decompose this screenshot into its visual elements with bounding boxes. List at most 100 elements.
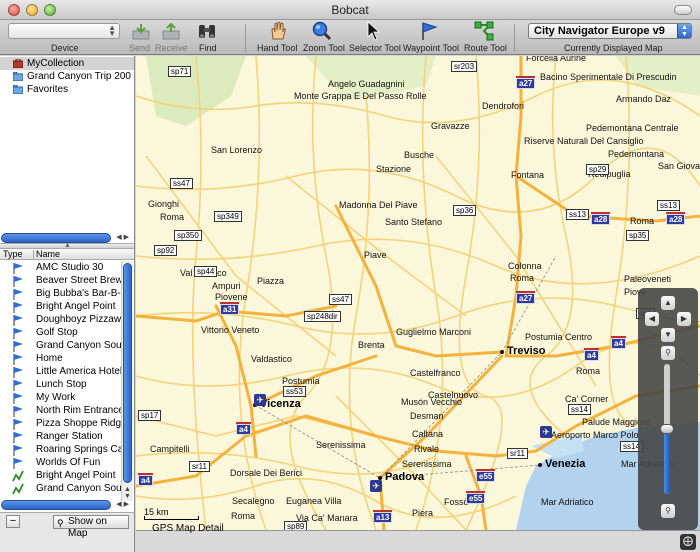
map-place-label: Paleoveneti <box>624 274 672 284</box>
updown-arrows-icon: ▲ ▼ <box>108 23 116 38</box>
waypoint-name: Lunch Stop <box>36 379 87 390</box>
zoom-out-button[interactable]: ⚲ <box>661 504 675 518</box>
device-select[interactable]: ▲ ▼ <box>8 23 120 39</box>
sidebar-bottom-bar: − ⚲ Show on Map <box>0 512 134 552</box>
table-row[interactable]: Worlds Of Fun <box>0 456 121 469</box>
map-place-label: Monte Grappa E Del Passo Rolle <box>294 91 427 101</box>
map-place-label: Musón Vecchio <box>401 397 463 407</box>
scrollbar-thumb[interactable] <box>1 233 111 243</box>
map-place-label: Busche <box>404 150 435 160</box>
table-row[interactable]: Doughboyz Pizzawo <box>0 313 121 326</box>
map-place-label: Roma <box>160 212 185 222</box>
scroll-arrows-icon[interactable]: ◀▶ <box>111 500 133 510</box>
toolbar-toggle-button[interactable] <box>674 5 692 15</box>
show-on-map-button[interactable]: ⚲ Show on Map <box>53 515 129 539</box>
map-place-label: Caltana <box>412 429 444 439</box>
route-tool-icon[interactable] <box>474 21 494 41</box>
table-row[interactable]: Big Bubba's Bar-B-Q <box>0 287 121 300</box>
highway-shield: a4 <box>584 350 599 361</box>
table-row[interactable]: Bright Angel Point <box>0 469 121 482</box>
scrollbar-thumb[interactable] <box>1 500 111 510</box>
window-title: Bobcat <box>331 3 369 17</box>
map-place-label: Brenta <box>358 340 385 350</box>
waypoint-name: Pizza Shoppe Ridge <box>36 418 121 429</box>
map-place-label: Desman <box>410 411 444 421</box>
table-row[interactable]: AMC Studio 30 <box>0 261 121 274</box>
table-row[interactable]: Golf Stop <box>0 326 121 339</box>
table-row[interactable]: Roaring Springs Ca <box>0 443 121 456</box>
table-row[interactable]: Little America Hotel <box>0 365 121 378</box>
pan-down-button[interactable]: ▼ <box>661 328 675 342</box>
highway-shield: e55 <box>466 493 486 504</box>
table-row[interactable]: Grand Canyon Sout <box>0 482 121 495</box>
pan-left-button[interactable]: ◀ <box>645 312 659 326</box>
map-scale-bar <box>144 516 199 520</box>
scroll-arrows-icon[interactable]: ◀▶ <box>111 233 133 243</box>
map-place-label: Gravazze <box>431 121 470 131</box>
collection-item-favorites[interactable]: Favorites <box>0 83 134 96</box>
table-row[interactable]: Grand Canyon Sout <box>0 339 121 352</box>
highway-shield: a4 <box>611 338 626 349</box>
toolbar-separator <box>514 24 515 52</box>
collection-item-mycollection[interactable]: MyCollection <box>0 57 134 70</box>
find-label: Find <box>199 43 217 53</box>
table-row[interactable]: Home <box>0 352 121 365</box>
hand-tool-label: Hand Tool <box>257 43 298 53</box>
highway-shield: a4 <box>236 424 251 435</box>
table-row[interactable]: North Rim Entrance <box>0 404 121 417</box>
collection-label: MyCollection <box>27 58 85 69</box>
table-row[interactable]: Lunch Stop <box>0 378 121 391</box>
column-divider[interactable] <box>33 250 34 259</box>
airport-icon[interactable]: ✈ <box>540 426 552 438</box>
map-place-label: Rivale <box>414 444 440 454</box>
road-number-label: ss13 <box>566 209 589 220</box>
zoom-slider-thumb[interactable] <box>660 424 674 434</box>
waypoint-name: Bright Angel Point <box>36 470 116 481</box>
hand-tool-icon[interactable] <box>269 21 287 41</box>
map-place-label: Colonna <box>508 261 542 271</box>
map-place-label: Vittorio Veneto <box>201 325 260 335</box>
airport-icon[interactable]: ✈ <box>370 480 382 492</box>
receive-label: Receive <box>155 43 188 53</box>
table-row[interactable]: Pizza Shoppe Ridge <box>0 417 121 430</box>
map-place-label: Stazione <box>376 164 412 174</box>
remove-item-button[interactable]: − <box>6 515 20 528</box>
pan-right-button[interactable]: ▶ <box>677 312 691 326</box>
table-row[interactable]: Beaver Street Brewe <box>0 274 121 287</box>
send-icon[interactable] <box>132 22 150 40</box>
updown-arrows-icon: ▲ ▼ <box>677 24 691 38</box>
zoom-tool-icon[interactable] <box>312 21 332 41</box>
scrollbar-thumb[interactable] <box>123 263 132 483</box>
route-tool-label: Route Tool <box>464 43 507 53</box>
map-place-label: Piovene <box>215 292 248 302</box>
column-header-type[interactable]: Type <box>3 249 23 260</box>
pan-up-button[interactable]: ▲ <box>661 296 675 310</box>
receive-icon[interactable] <box>162 22 180 40</box>
waypoint-name: My Work <box>36 392 76 403</box>
zoom-in-button[interactable]: ⚲ <box>661 346 675 360</box>
table-row[interactable]: My Work <box>0 391 121 404</box>
fullscreen-icon[interactable]: ⨁ <box>680 534 696 550</box>
city-marker[interactable] <box>538 463 542 467</box>
table-row[interactable]: Ranger Station <box>0 430 121 443</box>
table-row[interactable]: Bright Angel Point <box>0 300 121 313</box>
road-number-label: sr11 <box>507 448 528 459</box>
column-header-name[interactable]: Name <box>36 249 60 260</box>
map-place-label: Mar Adriatico <box>541 497 594 507</box>
collection-item-grand-canyon[interactable]: Grand Canyon Trip 200 <box>0 70 134 83</box>
map-view[interactable]: Forcella Aurine Angelo Guadagnini Monte Gr… <box>136 56 700 530</box>
waypoint-name: Beaver Street Brewe <box>36 275 121 286</box>
map-place-label: Serenissima <box>402 459 452 469</box>
waypoint-tool-icon[interactable] <box>420 21 438 41</box>
flag-icon <box>12 327 24 339</box>
map-product-select[interactable]: City Navigator Europe v9 ▲ ▼ <box>528 23 692 39</box>
waypoint-name: Golf Stop <box>36 327 78 338</box>
city-marker[interactable] <box>500 350 504 354</box>
selector-tool-icon[interactable] <box>366 21 382 41</box>
table-vertical-scrollbar[interactable]: ▲ ▼ <box>121 261 133 501</box>
airport-icon[interactable]: ✈ <box>254 394 266 406</box>
binoculars-icon[interactable] <box>197 22 217 40</box>
table-horizontal-scrollbar[interactable]: ◀▶ <box>1 500 133 510</box>
status-text: GPS Map Detail <box>152 523 224 534</box>
scroll-arrows-icon[interactable]: ▲ ▼ <box>122 486 133 500</box>
